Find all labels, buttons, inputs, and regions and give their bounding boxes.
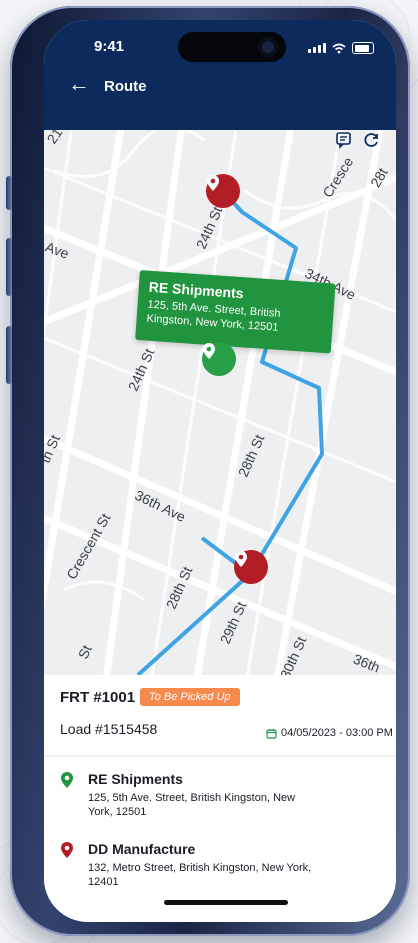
volume-up-button (6, 238, 12, 296)
stop-address: 132, Metro Street, British Kingston, New… (88, 862, 312, 888)
status-badge: To Be Picked Up (140, 688, 240, 706)
camera-icon (258, 37, 278, 57)
divider (44, 755, 396, 757)
pickup-datetime: 04/05/2023 - 03:00 PM (266, 727, 393, 739)
status-icons (308, 42, 374, 54)
stop-callout[interactable]: RE Shipments 125, 5th Ave. Street, Briti… (135, 270, 336, 354)
stop-name: RE Shipments (88, 771, 183, 787)
pickup-location-icon (61, 772, 73, 788)
app-screen: 9:41 ← Route 21 24th St 24th St 34th Ave… (44, 20, 396, 922)
load-number: Load #1515458 (60, 721, 158, 737)
frt-number: FRT #1001 (60, 689, 136, 706)
drop-pin[interactable] (234, 550, 268, 584)
datetime-text: 04/05/2023 - 03:00 PM (281, 727, 393, 739)
app-header: 9:41 ← Route (44, 20, 396, 130)
stop-name: DD Manufacture (88, 841, 196, 857)
back-arrow-icon[interactable]: ← (68, 73, 90, 95)
message-icon[interactable] (334, 130, 354, 150)
refresh-icon[interactable] (362, 130, 382, 150)
drop-pin[interactable] (206, 174, 240, 208)
battery-icon (352, 42, 374, 54)
volume-down-button (6, 326, 12, 384)
drop-location-icon (61, 842, 73, 858)
location-pin-icon (235, 551, 247, 567)
home-indicator[interactable] (164, 900, 288, 905)
stop-address: 125, 5th Ave. Street, British Kingston, … (88, 792, 296, 818)
location-pin-icon (207, 175, 219, 191)
wifi-icon (332, 43, 346, 53)
shipment-card[interactable]: FRT #1001 To Be Picked Up Load #1515458 … (44, 675, 396, 922)
mute-switch (6, 176, 12, 210)
location-pin-icon (203, 343, 215, 359)
signal-icon (308, 43, 326, 53)
pickup-pin[interactable] (202, 342, 236, 376)
calendar-icon (266, 728, 277, 739)
route-map[interactable]: 21 24th St 24th St 34th Ave Ave Cresce 2… (44, 125, 396, 681)
page-title: Route (104, 78, 147, 95)
status-time: 9:41 (94, 38, 125, 55)
